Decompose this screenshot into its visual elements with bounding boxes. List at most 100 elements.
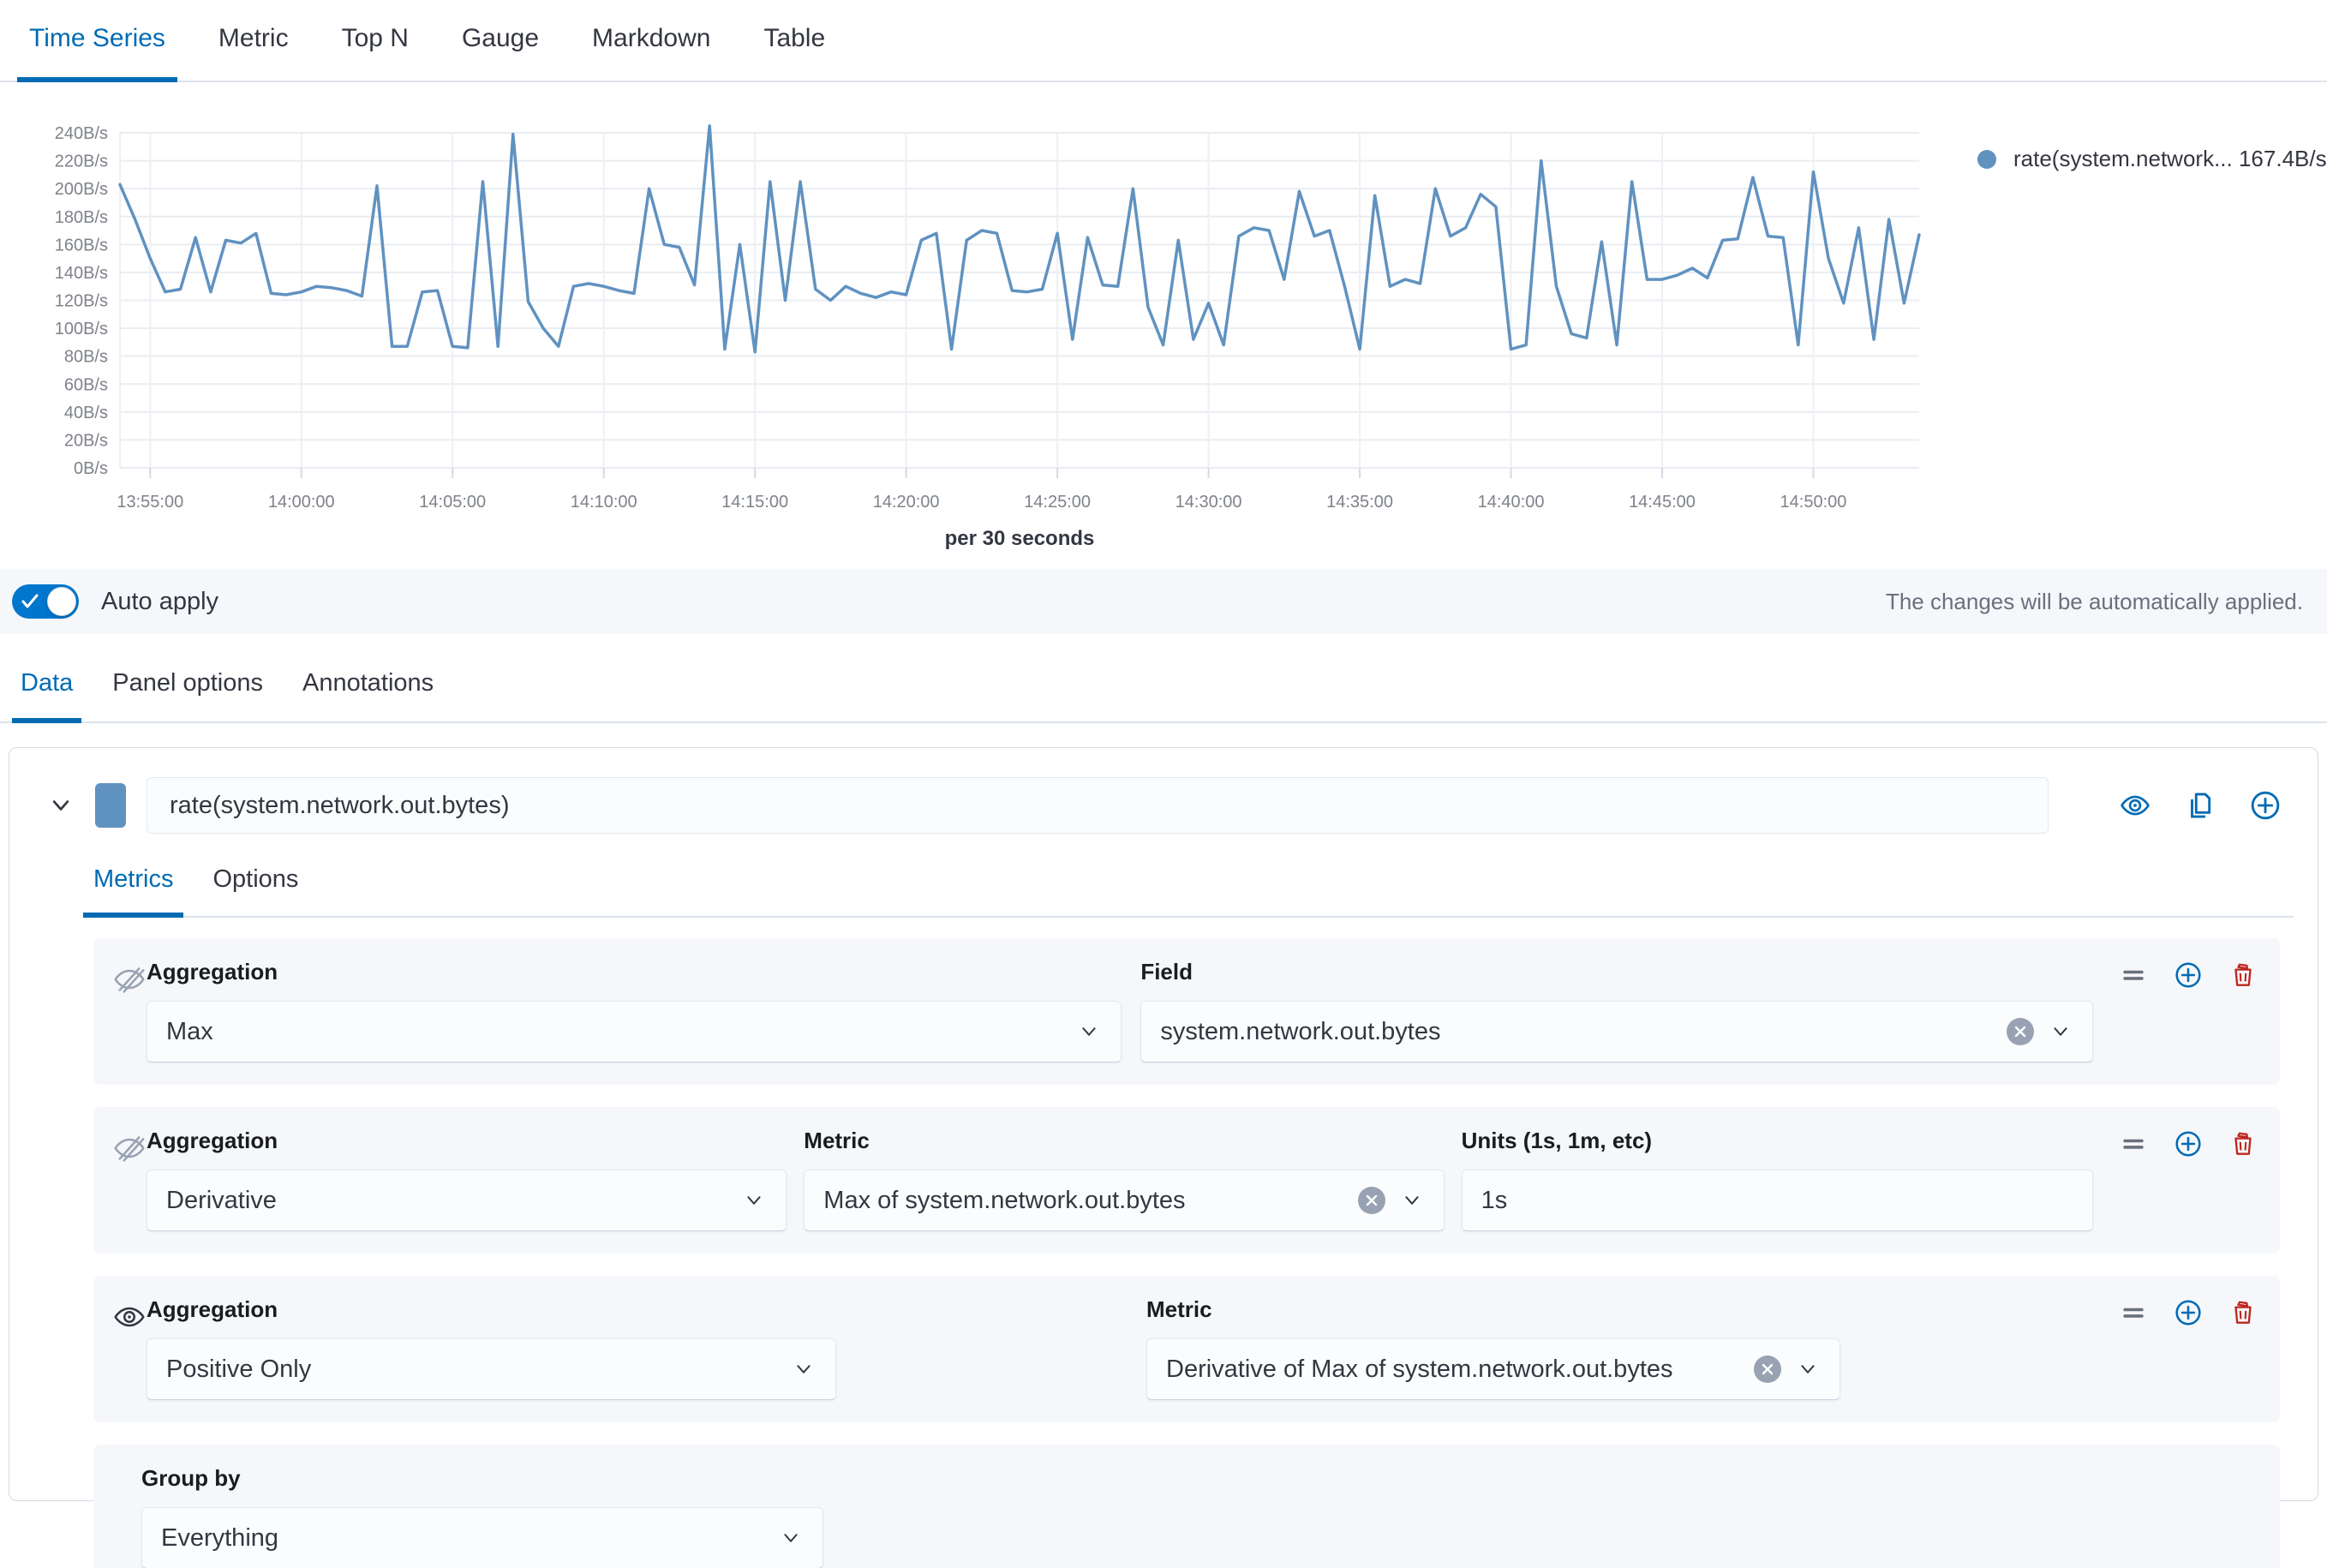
check-icon: [21, 594, 39, 609]
drag-handle-icon[interactable]: [2119, 961, 2148, 990]
series-color-swatch[interactable]: [95, 783, 126, 828]
clear-selection-icon[interactable]: [2007, 1018, 2034, 1045]
eye-icon: [112, 1300, 147, 1334]
delete-metric-icon[interactable]: [2228, 1129, 2258, 1158]
svg-text:13:55:00: 13:55:00: [117, 493, 183, 512]
tab-data[interactable]: Data: [12, 669, 81, 723]
drag-handle-icon[interactable]: [2119, 1129, 2148, 1158]
clear-selection-icon[interactable]: [1754, 1356, 1781, 1383]
aggregation-label: Aggregation: [147, 1296, 836, 1323]
svg-text:14:30:00: 14:30:00: [1175, 493, 1242, 512]
series-name-input[interactable]: [147, 777, 2049, 834]
chevron-down-icon: [2048, 1019, 2073, 1044]
metric-label: Metric: [804, 1128, 1444, 1154]
tab-panel-options[interactable]: Panel options: [104, 669, 272, 723]
svg-text:220B/s: 220B/s: [55, 153, 108, 171]
tab-gauge[interactable]: Gauge: [450, 24, 551, 82]
clear-selection-icon[interactable]: [1358, 1187, 1385, 1214]
metric-rows: Aggregation Max Field system.network.out…: [33, 938, 2294, 1568]
eye-closed-icon: [112, 962, 147, 996]
chart-legend[interactable]: rate(system.network... 167.4B/s: [1977, 146, 2327, 172]
svg-text:14:45:00: 14:45:00: [1629, 493, 1696, 512]
aggregation-field-group: Aggregation Derivative: [147, 1128, 787, 1231]
metric-combobox[interactable]: Derivative of Max of system.network.out.…: [1146, 1338, 1840, 1400]
aggregation-label: Aggregation: [147, 959, 1122, 985]
add-metric-icon[interactable]: [2174, 961, 2203, 990]
aggregation-row-positive-only: Aggregation Positive Only Metric Derivat…: [93, 1276, 2280, 1422]
tab-metrics[interactable]: Metrics: [83, 865, 183, 918]
auto-apply-toggle[interactable]: [12, 584, 79, 619]
svg-text:160B/s: 160B/s: [55, 236, 108, 254]
chevron-down-icon: [778, 1525, 804, 1551]
drag-handle-icon[interactable]: [2119, 1298, 2148, 1327]
group-by-row: Group by Everything: [93, 1445, 2280, 1568]
group-by-field-group: Group by Everything: [141, 1465, 823, 1568]
svg-text:14:50:00: 14:50:00: [1780, 493, 1847, 512]
delete-metric-icon[interactable]: [2228, 961, 2258, 990]
svg-text:140B/s: 140B/s: [55, 264, 108, 283]
eye-closed-icon: [112, 1131, 147, 1165]
tab-table[interactable]: Table: [751, 24, 837, 82]
chevron-down-icon[interactable]: [45, 790, 76, 821]
svg-text:14:20:00: 14:20:00: [873, 493, 940, 512]
svg-text:14:35:00: 14:35:00: [1326, 493, 1393, 512]
svg-text:per 30 seconds: per 30 seconds: [945, 527, 1095, 550]
field-field-group: Field system.network.out.bytes: [1140, 959, 2093, 1062]
metric-combobox[interactable]: Max of system.network.out.bytes: [804, 1170, 1444, 1231]
metric-tabbar: Metrics Options: [83, 842, 2294, 918]
svg-text:0B/s: 0B/s: [74, 459, 108, 478]
tab-markdown[interactable]: Markdown: [580, 24, 722, 82]
metric-field-group: Metric Max of system.network.out.bytes: [804, 1128, 1444, 1231]
svg-text:20B/s: 20B/s: [64, 431, 108, 450]
toggle-knob: [47, 587, 76, 616]
auto-apply-note: The changes will be automatically applie…: [1886, 589, 2303, 615]
units-input-wrap: [1462, 1170, 2093, 1231]
legend-series-dot: [1977, 150, 1996, 169]
svg-text:14:10:00: 14:10:00: [571, 493, 637, 512]
svg-text:14:05:00: 14:05:00: [419, 493, 486, 512]
tab-metric[interactable]: Metric: [206, 24, 301, 82]
aggregation-select[interactable]: Positive Only: [147, 1338, 836, 1400]
add-series-icon[interactable]: [2249, 789, 2282, 822]
group-by-label: Group by: [141, 1465, 823, 1492]
aggregation-select[interactable]: Derivative: [147, 1170, 787, 1231]
series-header: [45, 777, 2294, 834]
tab-annotations[interactable]: Annotations: [294, 669, 442, 723]
metric-field-group: Metric Derivative of Max of system.netwo…: [1146, 1296, 1840, 1400]
svg-text:14:00:00: 14:00:00: [268, 493, 335, 512]
clone-icon[interactable]: [2184, 789, 2216, 822]
eye-icon[interactable]: [2119, 789, 2151, 822]
chevron-down-icon: [1399, 1188, 1425, 1213]
series-actions: [2086, 789, 2282, 822]
aggregation-select[interactable]: Max: [147, 1001, 1122, 1062]
tab-options[interactable]: Options: [202, 865, 308, 918]
add-metric-icon[interactable]: [2174, 1129, 2203, 1158]
chevron-down-icon: [741, 1188, 767, 1213]
auto-apply-label: Auto apply: [101, 588, 218, 616]
units-label: Units (1s, 1m, etc): [1462, 1128, 2093, 1154]
tab-time-series[interactable]: Time Series: [17, 24, 177, 82]
svg-text:80B/s: 80B/s: [64, 348, 108, 367]
svg-text:240B/s: 240B/s: [55, 124, 108, 143]
add-metric-icon[interactable]: [2174, 1298, 2203, 1327]
svg-text:14:15:00: 14:15:00: [721, 493, 788, 512]
svg-text:120B/s: 120B/s: [55, 292, 108, 311]
field-combobox[interactable]: system.network.out.bytes: [1140, 1001, 2093, 1062]
viz-type-tabbar: Time Series Metric Top N Gauge Markdown …: [0, 0, 2327, 82]
svg-text:180B/s: 180B/s: [55, 208, 108, 227]
aggregation-row-max: Aggregation Max Field system.network.out…: [93, 938, 2280, 1085]
aggregation-row-derivative: Aggregation Derivative Metric Max of sys…: [93, 1107, 2280, 1254]
editor-tabbar: Data Panel options Annotations: [0, 634, 2327, 723]
aggregation-field-group: Aggregation Max: [147, 959, 1122, 1062]
delete-metric-icon[interactable]: [2228, 1298, 2258, 1327]
legend-series-value: 167.4B/s: [2239, 146, 2327, 171]
timeseries-chart-area: 0B/s20B/s40B/s60B/s80B/s100B/s120B/s140B…: [0, 82, 2327, 569]
aggregation-label: Aggregation: [147, 1128, 787, 1154]
svg-text:14:25:00: 14:25:00: [1024, 493, 1091, 512]
aggregation-field-group: Aggregation Positive Only: [147, 1296, 836, 1400]
group-by-select[interactable]: Everything: [141, 1507, 823, 1568]
tab-top-n[interactable]: Top N: [330, 24, 421, 82]
units-input[interactable]: [1481, 1187, 2073, 1215]
svg-text:60B/s: 60B/s: [64, 375, 108, 394]
units-field-group: Units (1s, 1m, etc): [1462, 1128, 2093, 1231]
